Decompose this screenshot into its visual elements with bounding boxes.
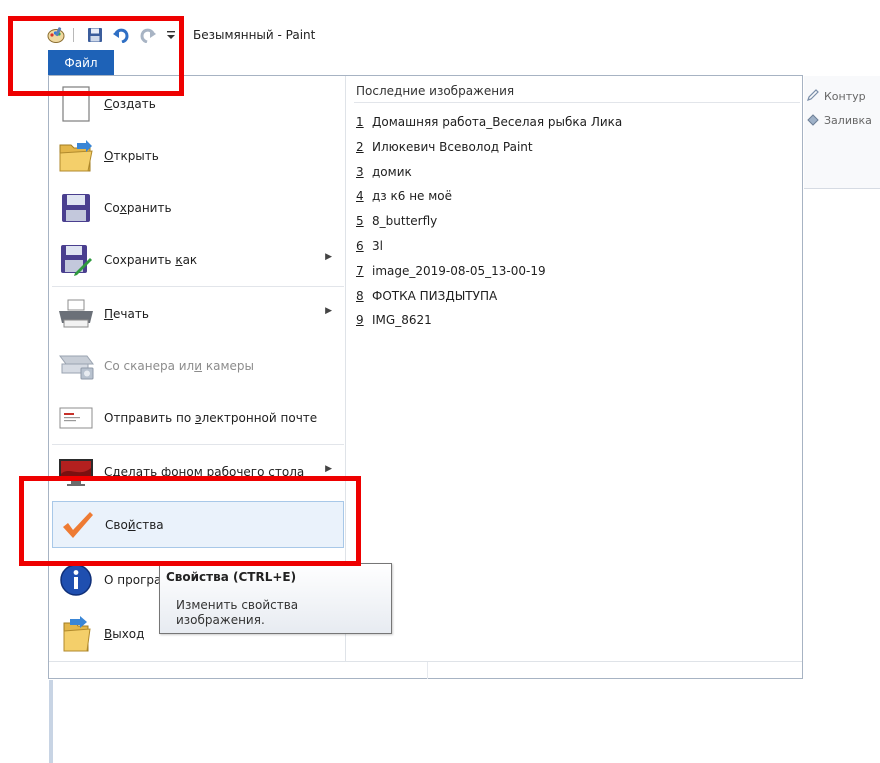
window-title: Безымянный - Paint xyxy=(193,28,316,42)
fill-icon xyxy=(806,112,820,129)
submenu-arrow-icon: ▶ xyxy=(325,306,332,316)
menu-item-label: Сохранить xyxy=(104,201,172,215)
exit-icon xyxy=(56,614,96,654)
submenu-arrow-icon: ▶ xyxy=(325,464,332,474)
menu-item-label: Отправить по электронной почте xyxy=(104,411,318,425)
submenu-arrow-icon: ▶ xyxy=(325,252,332,262)
outline-label: Контур xyxy=(824,90,866,103)
recent-item[interactable]: 9 IMG_8621 xyxy=(356,313,432,327)
open-folder-icon xyxy=(56,136,96,176)
email-envelope-icon xyxy=(56,398,96,438)
menu-footer xyxy=(49,661,802,679)
menu-item-label: О програ xyxy=(104,573,162,587)
recent-item[interactable]: 4 дз к6 не моё xyxy=(356,189,452,203)
printer-icon xyxy=(56,294,96,334)
menu-item-save-as[interactable]: Сохранить как ▶ xyxy=(52,237,344,283)
outline-icon xyxy=(806,88,820,105)
menu-item-label: Сохранить как xyxy=(104,253,198,267)
fill-button[interactable]: Заливка xyxy=(806,112,872,129)
annotation-box-properties xyxy=(19,476,361,566)
recent-item[interactable]: 7 image_2019-08-05_13-00-19 xyxy=(356,264,546,278)
menu-item-from-scanner[interactable]: Со сканера или камеры xyxy=(52,343,344,389)
recent-item[interactable]: 8 ФОТКА ПИЗДЫТУПА xyxy=(356,289,497,303)
scanner-icon xyxy=(56,346,96,386)
recent-item[interactable]: 3 домик xyxy=(356,165,412,179)
recent-item[interactable]: 5 8_butterfly xyxy=(356,214,437,228)
recent-item[interactable]: 6 3l xyxy=(356,239,383,253)
menu-item-save[interactable]: Сохранить xyxy=(52,185,344,231)
menu-item-send-email[interactable]: Отправить по электронной почте xyxy=(52,395,344,441)
menu-separator xyxy=(52,286,344,287)
menu-item-label: Печать xyxy=(104,307,149,321)
menu-item-label: Со сканера или камеры xyxy=(104,359,254,373)
tooltip-title: Свойства (CTRL+E) xyxy=(166,570,297,584)
menu-item-label: Открыть xyxy=(104,149,159,163)
menu-item-label: Выход xyxy=(104,627,145,641)
recent-item[interactable]: 1 Домашняя работа_Веселая рыбка Лика xyxy=(356,115,622,129)
fill-label: Заливка xyxy=(824,114,872,127)
annotation-box-file-tab xyxy=(8,16,184,96)
tooltip-body: Изменить свойства изображения. xyxy=(176,598,299,627)
recent-images-heading: Последние изображения xyxy=(356,84,515,98)
save-as-icon xyxy=(56,240,96,280)
recent-heading-separator xyxy=(354,102,800,103)
menu-item-label: Создать xyxy=(104,97,156,111)
save-disk-icon xyxy=(56,188,96,228)
recent-item[interactable]: 2 Илюкевич Всеволод Paint xyxy=(356,140,533,154)
menu-separator xyxy=(52,444,344,445)
menu-item-open[interactable]: Открыть xyxy=(52,133,344,179)
menu-item-print[interactable]: Печать ▶ xyxy=(52,291,344,337)
properties-tooltip: Свойства (CTRL+E) Изменить свойства изоб… xyxy=(159,563,392,634)
outline-button[interactable]: Контур xyxy=(806,88,866,105)
menu-footer-separator xyxy=(427,662,428,679)
info-icon xyxy=(56,560,96,600)
canvas-border xyxy=(49,680,53,763)
